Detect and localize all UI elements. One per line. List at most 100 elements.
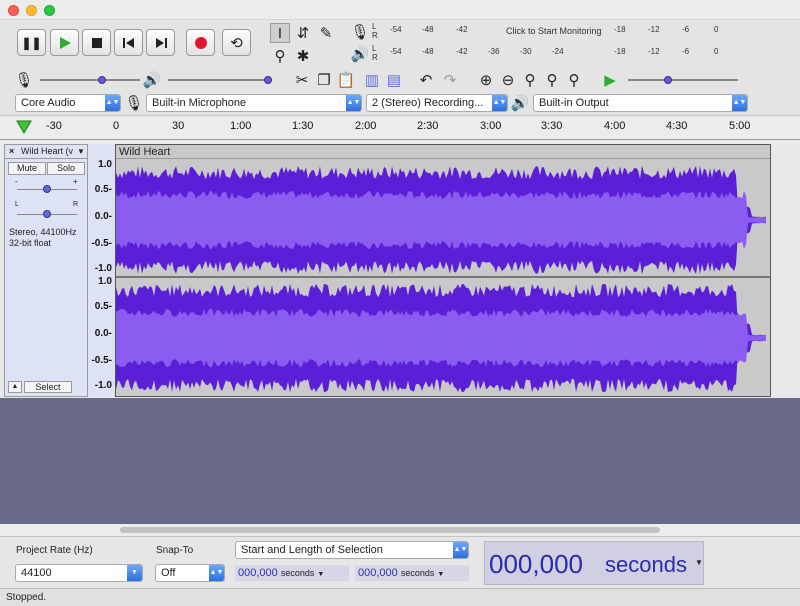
record-icon [194, 36, 207, 49]
zoom-in-button[interactable]: ⊕ [476, 70, 496, 90]
waveform-svg [116, 165, 770, 393]
close-window-button[interactable] [8, 5, 19, 16]
stop-button[interactable] [82, 29, 111, 56]
output-volume-slider[interactable] [168, 76, 272, 84]
scale-label: 0.5- [94, 301, 112, 312]
ruler-tick: 3:00 [480, 120, 502, 132]
selection-start-time[interactable]: 000,000 seconds ▼ [235, 565, 349, 581]
fit-project-icon: ⚲ [546, 72, 558, 89]
waveform-rms-channel [116, 308, 766, 368]
fit-selection-button[interactable]: ⚲ [520, 70, 540, 90]
selection-length-digits: 000,000 [358, 567, 398, 579]
meter-tick: -12 [648, 25, 660, 34]
clip-title-bar[interactable]: Wild Heart [116, 145, 770, 159]
trim-button[interactable]: ▥ [362, 70, 382, 90]
waveform-area[interactable]: Wild Heart [115, 144, 771, 397]
redo-icon: ↷ [443, 72, 457, 89]
paste-button[interactable]: 📋 [336, 70, 356, 90]
loop-button[interactable]: ⟲ [222, 29, 251, 56]
ruler-tick: 3:30 [541, 120, 563, 132]
slider-knob[interactable] [98, 76, 106, 84]
timeline-ruler[interactable]: -30 0 30 1:00 1:30 2:00 2:30 3:00 3:30 4… [0, 117, 800, 140]
undo-button[interactable]: ↶ [416, 70, 436, 90]
playback-meter[interactable]: L R -54 -48 -42 -36 -30 -24 -18 -12 -6 0 [372, 44, 728, 62]
pan-slider[interactable] [17, 210, 77, 218]
audio-position-display[interactable]: 000,000 seconds ▼ [484, 541, 704, 585]
slider-knob[interactable] [43, 210, 51, 218]
selection-length-time[interactable]: 000,000 seconds ▼ [355, 565, 469, 581]
mute-button[interactable]: Mute [8, 162, 46, 175]
select-track-button[interactable]: Select [24, 381, 72, 393]
skip-to-start-button[interactable] [114, 29, 143, 56]
playback-meter-button[interactable]: 🔊 [350, 44, 370, 64]
redo-button[interactable]: ↷ [440, 70, 460, 90]
record-meter[interactable]: L R -54 -48 -42 Click to Start Monitorin… [372, 22, 728, 40]
cut-button[interactable]: ✂ [292, 70, 312, 90]
meter-tick: -6 [682, 47, 690, 56]
envelope-tool[interactable]: ⇵ [293, 23, 313, 43]
scrollbar-thumb[interactable] [120, 527, 660, 533]
updown-arrow-icon: ▲▼ [105, 95, 120, 111]
zoom-out-button[interactable]: ⊖ [498, 70, 518, 90]
track-menu-arrow-icon[interactable]: ▼ [77, 145, 85, 158]
zoom-tool[interactable]: ⚲ [270, 46, 290, 66]
vertical-amplitude-ruler[interactable]: 1.0 0.5- 0.0- -0.5- -1.0 1.0 0.5- 0.0- -… [88, 144, 115, 397]
slider-knob[interactable] [664, 76, 672, 84]
speaker-icon: 🔊 [510, 95, 530, 112]
meter-tick: -54 [390, 47, 402, 56]
slider-knob[interactable] [264, 76, 272, 84]
horizontal-scrollbar[interactable] [0, 524, 800, 536]
recording-device-icon-wrap: 🎙 [124, 93, 144, 113]
updown-arrow-icon: ▲▼ [732, 95, 747, 111]
close-track-icon[interactable]: × [9, 145, 14, 158]
meter-tick: 0 [714, 47, 719, 56]
updown-arrow-icon: ▲▼ [492, 95, 507, 111]
play-speed-slider[interactable] [628, 76, 738, 84]
updown-arrow-icon: ▲▼ [209, 565, 224, 581]
play-head-triangle-icon[interactable] [16, 120, 32, 134]
multi-tool[interactable]: ✱ [293, 46, 313, 66]
pause-icon: ❚❚ [21, 35, 42, 50]
start-monitoring-hint[interactable]: Click to Start Monitoring [506, 26, 602, 36]
track-name-menu[interactable]: Wild Heart (vo [21, 145, 73, 158]
ruler-tick: 0 [113, 120, 120, 132]
record-button[interactable] [186, 29, 215, 56]
track-header: × Wild Heart (vo ▼ [5, 145, 87, 159]
draw-tool[interactable]: ✎ [316, 23, 336, 43]
scale-label: -1.0 [94, 263, 112, 274]
slider-knob[interactable] [43, 185, 51, 193]
pause-button[interactable]: ❚❚ [17, 29, 46, 56]
audio-host-select[interactable]: Core Audio ▲▼ [15, 94, 121, 112]
scale-label: -0.5- [91, 238, 112, 249]
solo-button[interactable]: Solo [47, 162, 85, 175]
project-rate-value: 44100 [21, 567, 52, 579]
skip-to-end-button[interactable] [146, 29, 175, 56]
recording-channels-select[interactable]: 2 (Stereo) Recording... ▲▼ [366, 94, 508, 112]
zoom-toggle-button[interactable]: ⚲ [564, 70, 584, 90]
zoom-window-button[interactable] [44, 5, 55, 16]
project-rate-select[interactable]: 44100 ▼ [15, 564, 143, 582]
selection-tool[interactable]: I [270, 23, 290, 43]
status-text: Stopped. [6, 592, 47, 603]
snap-to-select[interactable]: Off ▲▼ [155, 564, 225, 582]
silence-button[interactable]: ▤ [384, 70, 404, 90]
recording-device-select[interactable]: Built-in Microphone ▲▼ [146, 94, 362, 112]
collapse-track-button[interactable]: ▲ [8, 381, 22, 393]
track-format-info: Stereo, 44100Hz [9, 227, 77, 237]
input-volume-slider[interactable] [40, 76, 140, 84]
dropdown-arrow-icon: ▼ [437, 571, 445, 578]
track-control-panel[interactable]: × Wild Heart (vo ▼ Mute Solo - + L R Ste… [4, 144, 88, 397]
fit-project-button[interactable]: ⚲ [542, 70, 562, 90]
gain-slider[interactable] [17, 185, 77, 193]
trim-audio-icon: ▥ [364, 72, 380, 89]
scale-label: -0.5- [91, 355, 112, 366]
empty-track-area[interactable] [0, 398, 800, 524]
selection-mode-select[interactable]: Start and Length of Selection ▲▼ [235, 541, 469, 559]
play-button[interactable] [50, 29, 79, 56]
playback-device-select[interactable]: Built-in Output ▲▼ [533, 94, 748, 112]
play-at-speed-button[interactable]: ▶ [600, 70, 620, 90]
minimize-window-button[interactable] [26, 5, 37, 16]
record-meter-button[interactable]: 🎙 [350, 22, 370, 42]
updown-arrow-icon: ▲▼ [346, 95, 361, 111]
copy-button[interactable]: ❐ [314, 70, 334, 90]
